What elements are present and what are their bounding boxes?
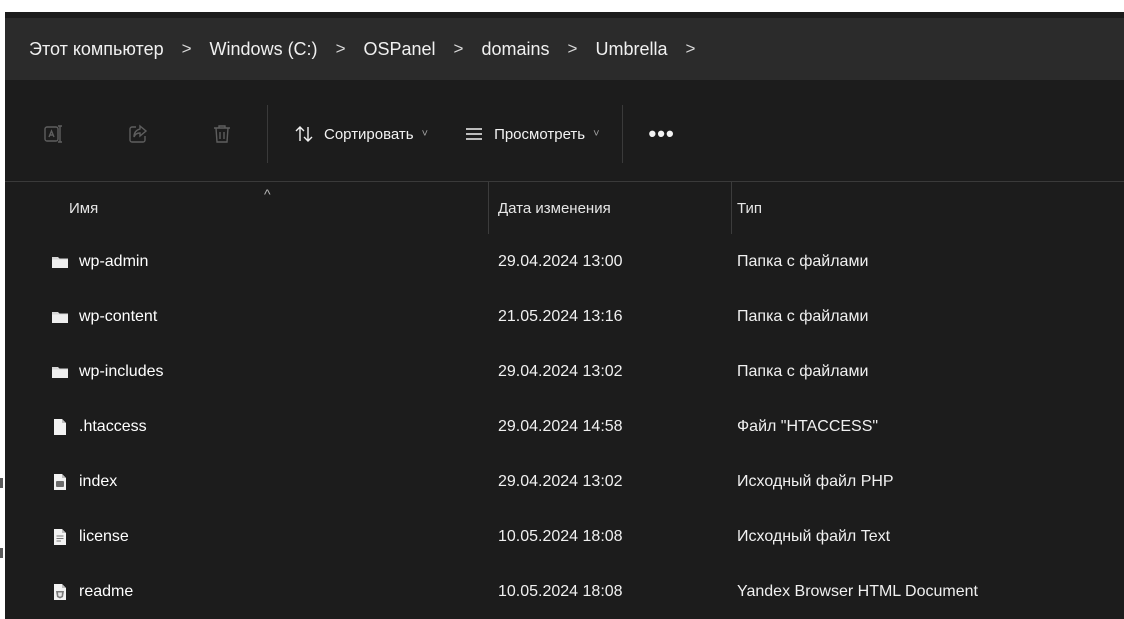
- breadcrumb-item[interactable]: Windows (C:) >: [206, 18, 360, 80]
- file-type: Исходный файл Text: [737, 528, 891, 545]
- sort-button[interactable]: Сортировать ˅: [294, 124, 428, 144]
- window-edge-marker: [0, 548, 3, 558]
- sort-label: Сортировать: [324, 125, 414, 143]
- folder-icon: [52, 312, 68, 323]
- file-type: Файл "HTACCESS": [737, 418, 879, 435]
- breadcrumb-label[interactable]: Windows (C:): [206, 39, 322, 60]
- file-name: .htaccess: [79, 418, 147, 435]
- file-name: license: [79, 528, 129, 545]
- breadcrumb-separator-icon[interactable]: >: [440, 39, 478, 59]
- breadcrumb-item[interactable]: Umbrella >: [591, 18, 709, 80]
- file-type: Yandex Browser HTML Document: [737, 583, 978, 600]
- toolbar-divider: [267, 105, 268, 163]
- file-name: wp-content: [79, 308, 158, 325]
- file-row[interactable]: wp-content 21.05.2024 13:16 Папка с файл…: [5, 289, 1124, 344]
- column-header-row: Имя ^ Дата изменения Тип: [5, 182, 1124, 234]
- file-explorer-window: Этот компьютер > Windows (C:) > OSPanel …: [5, 12, 1124, 619]
- more-options-icon[interactable]: •••: [649, 121, 675, 147]
- command-bar: Сортировать ˅ Просмотреть ˅ •••: [5, 86, 1124, 182]
- file-icon: [54, 419, 66, 435]
- file-name: wp-includes: [79, 363, 164, 380]
- file-date: 29.04.2024 13:02: [498, 363, 623, 380]
- view-list-icon: [466, 128, 483, 140]
- file-row[interactable]: wp-admin 29.04.2024 13:00 Папка с файлам…: [5, 234, 1124, 289]
- column-header-name[interactable]: Имя: [69, 200, 98, 217]
- trash-icon[interactable]: [207, 119, 237, 149]
- file-name: readme: [79, 583, 134, 600]
- sort-ascending-icon: ^: [264, 186, 271, 202]
- breadcrumb-label[interactable]: Umbrella: [591, 39, 671, 60]
- chevron-down-icon: ˅: [421, 128, 429, 140]
- file-type: Папка с файлами: [737, 363, 869, 380]
- window-edge-marker: [0, 478, 3, 488]
- file-name: index: [79, 473, 118, 490]
- breadcrumb-item[interactable]: Этот компьютер >: [5, 18, 206, 80]
- file-date: 29.04.2024 13:02: [498, 473, 623, 490]
- breadcrumb-label[interactable]: Этот компьютер: [5, 39, 168, 60]
- address-bar[interactable]: Этот компьютер > Windows (C:) > OSPanel …: [5, 18, 1124, 80]
- view-label: Просмотреть: [494, 125, 586, 143]
- text-file-icon: [54, 529, 66, 545]
- column-header-type[interactable]: Тип: [737, 200, 762, 217]
- view-button[interactable]: Просмотреть ˅: [464, 124, 600, 144]
- column-header-date[interactable]: Дата изменения: [498, 200, 611, 217]
- html-file-icon: [54, 584, 66, 600]
- folder-icon: [52, 257, 68, 268]
- file-row[interactable]: license 10.05.2024 18:08 Исходный файл T…: [5, 509, 1124, 564]
- file-date: 21.05.2024 13:16: [498, 308, 623, 325]
- file-date: 10.05.2024 18:08: [498, 583, 623, 600]
- column-resize-handle[interactable]: [731, 182, 732, 234]
- breadcrumb-label[interactable]: OSPanel: [360, 39, 440, 60]
- chevron-down-icon: ˅: [593, 128, 600, 140]
- sort-icon: [295, 126, 313, 142]
- file-row[interactable]: .htaccess 29.04.2024 14:58 Файл "HTACCES…: [5, 399, 1124, 454]
- breadcrumb-item[interactable]: OSPanel >: [360, 18, 478, 80]
- toolbar-divider: [621, 105, 623, 163]
- column-resize-handle[interactable]: [488, 182, 489, 234]
- breadcrumb-item[interactable]: domains >: [477, 18, 591, 80]
- file-row[interactable]: index 29.04.2024 13:02 Исходный файл PHP: [5, 454, 1124, 509]
- share-icon[interactable]: [123, 119, 153, 149]
- file-date: 29.04.2024 13:00: [498, 253, 623, 270]
- file-row[interactable]: readme 10.05.2024 18:08 Yandex Browser H…: [5, 564, 1124, 619]
- file-row[interactable]: wp-includes 29.04.2024 13:02 Папка с фай…: [5, 344, 1124, 399]
- breadcrumb-separator-icon[interactable]: >: [554, 39, 592, 59]
- file-type: Папка с файлами: [737, 253, 869, 270]
- file-type: Папка с файлами: [737, 308, 869, 325]
- file-list: wp-admin 29.04.2024 13:00 Папка с файлам…: [5, 234, 1124, 619]
- file-date: 10.05.2024 18:08: [498, 528, 623, 545]
- breadcrumb-separator-icon[interactable]: >: [168, 39, 206, 59]
- file-type: Исходный файл PHP: [737, 473, 894, 490]
- breadcrumb-separator-icon[interactable]: >: [672, 39, 710, 59]
- php-file-icon: [54, 474, 66, 490]
- folder-icon: [52, 367, 68, 378]
- file-date: 29.04.2024 14:58: [498, 418, 623, 435]
- file-name: wp-admin: [79, 253, 149, 270]
- breadcrumb-label[interactable]: domains: [477, 39, 553, 60]
- rename-icon[interactable]: [39, 119, 69, 149]
- breadcrumb-separator-icon[interactable]: >: [322, 39, 360, 59]
